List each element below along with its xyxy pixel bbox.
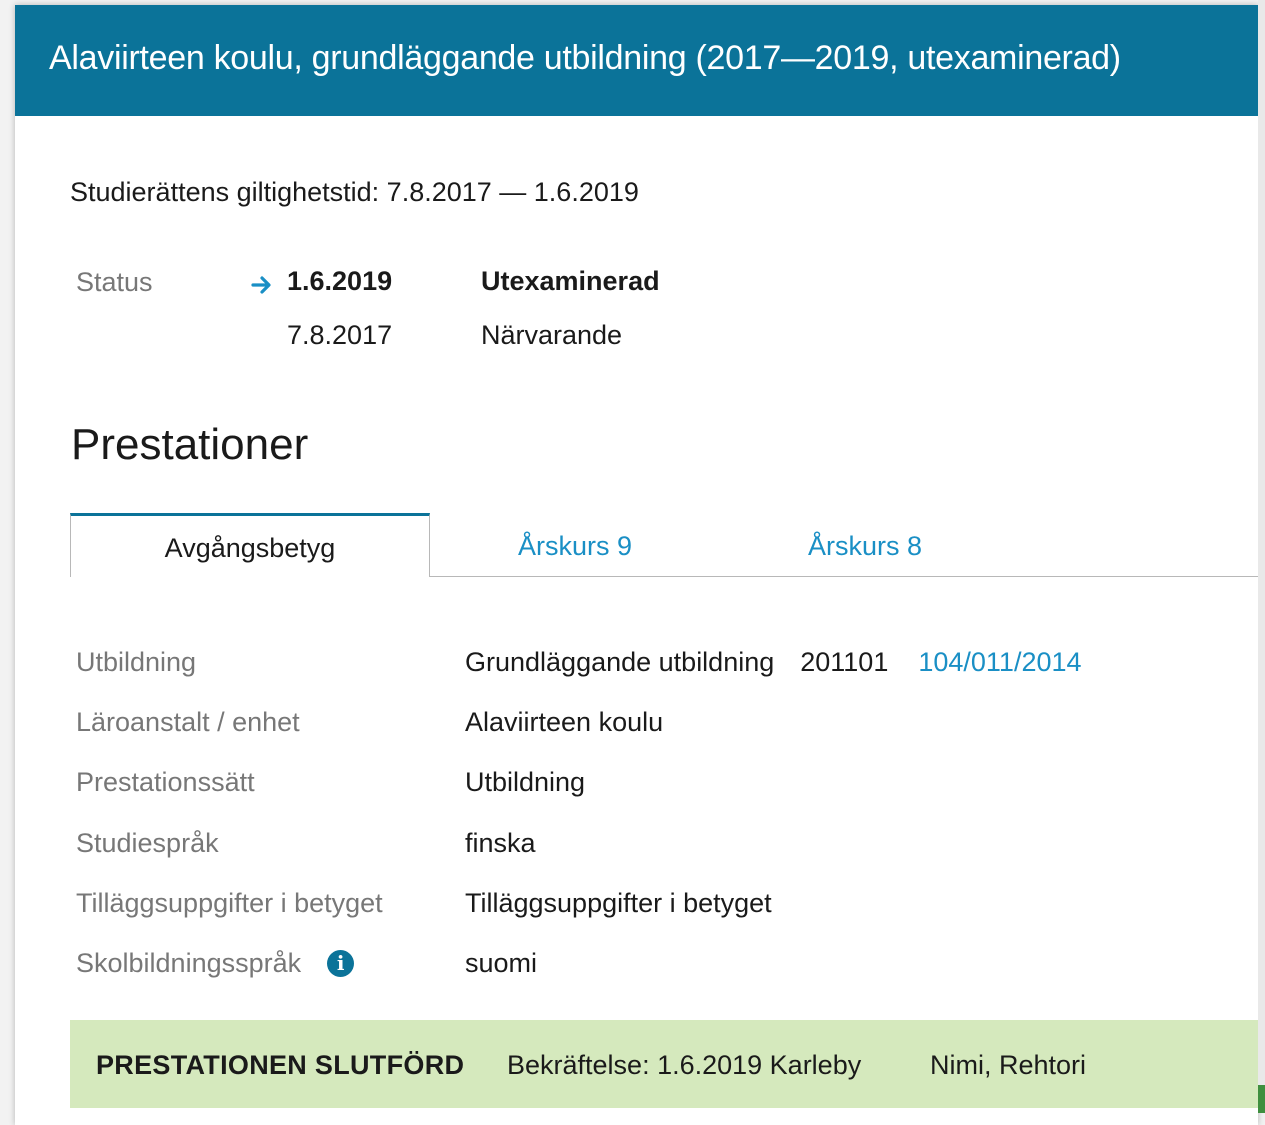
education-code: 201101 — [800, 647, 889, 677]
scrollbar[interactable] — [1258, 0, 1265, 1113]
validity-period: Studierättens giltighetstid: 7.8.2017 — … — [70, 177, 639, 207]
status-state: Utexaminerad — [481, 266, 660, 296]
tab-arskurs-8[interactable]: Årskurs 8 — [800, 513, 930, 576]
property-label: Prestationssätt — [76, 767, 255, 797]
confirmation-text: Bekräftelse: 1.6.2019 Karleby — [507, 1050, 862, 1080]
study-right-card: Alaviirteen koulu, grundläggande utbildn… — [15, 5, 1260, 1125]
tab-arskurs-9[interactable]: Årskurs 9 — [510, 513, 640, 576]
diary-number-link[interactable]: 104/011/2014 — [918, 647, 1081, 677]
property-value: suomi — [465, 948, 538, 978]
property-row-additional-info: Tilläggsuppgifter i betyget Tilläggsuppg… — [15, 888, 1258, 928]
school-language-label: Skolbildningsspråk — [76, 948, 302, 978]
status-date: 7.8.2017 — [287, 320, 393, 350]
property-label: Skolbildningsspråk i — [76, 948, 355, 979]
card-title[interactable]: Alaviirteen koulu, grundläggande utbildn… — [49, 39, 1121, 78]
property-value: Utbildning — [465, 767, 586, 797]
property-label: Läroanstalt / enhet — [76, 707, 300, 737]
status-entry-current: 1.6.2019 Utexaminerad — [15, 266, 1258, 306]
property-value: finska — [465, 828, 536, 858]
status-entry-previous: 7.8.2017 Närvarande — [15, 320, 1258, 360]
property-label: Utbildning — [76, 647, 197, 677]
education-name: Grundläggande utbildning — [465, 647, 775, 677]
suoritus-tabs: Avgångsbetyg Årskurs 9 Årskurs 8 — [70, 513, 1258, 577]
scrollbar-thumb[interactable] — [1258, 1085, 1265, 1113]
arrow-right-icon — [251, 276, 271, 294]
property-row-school-language: Skolbildningsspråk i suomi — [15, 948, 1258, 988]
status-state: Närvarande — [481, 320, 623, 350]
property-value: Alaviirteen koulu — [465, 707, 664, 737]
property-value: Tilläggsuppgifter i betyget — [465, 888, 772, 918]
property-row-institution: Läroanstalt / enhet Alaviirteen koulu — [15, 707, 1258, 747]
tab-avgangsbetyg[interactable]: Avgångsbetyg — [70, 513, 430, 577]
completion-badge: PRESTATIONEN SLUTFÖRD — [96, 1050, 465, 1080]
info-icon[interactable]: i — [327, 950, 355, 977]
completion-status-bar: PRESTATIONEN SLUTFÖRD Bekräftelse: 1.6.2… — [70, 1020, 1260, 1108]
confirming-person: Nimi, Rehtori — [930, 1050, 1087, 1080]
property-row-completion-method: Prestationssätt Utbildning — [15, 767, 1258, 807]
property-label: Tilläggsuppgifter i betyget — [76, 888, 383, 918]
status-date: 1.6.2019 — [287, 266, 393, 296]
property-row-study-language: Studiespråk finska — [15, 828, 1258, 868]
property-label: Studiespråk — [76, 828, 219, 858]
section-title-prestationer: Prestationer — [71, 420, 309, 469]
property-row-education: Utbildning Grundläggande utbildning 20110… — [15, 647, 1258, 687]
card-header[interactable]: Alaviirteen koulu, grundläggande utbildn… — [15, 5, 1258, 116]
property-value: Grundläggande utbildning 201101 104/011/20… — [465, 647, 1082, 678]
